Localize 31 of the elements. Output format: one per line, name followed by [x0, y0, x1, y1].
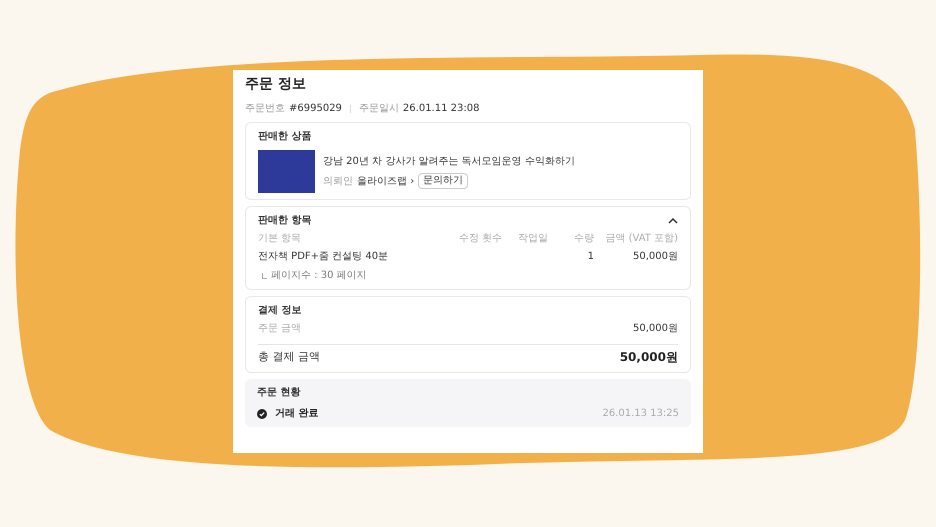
- buyer-label: 의뢰인: [323, 174, 353, 188]
- order-date: 26.01.11 23:08: [402, 102, 480, 116]
- total-label: 총 결제 금액: [258, 348, 320, 365]
- section-heading: 판매한 항목: [258, 214, 312, 228]
- item-name: 전자책 PDF+줌 컨설팅 40분: [258, 250, 390, 264]
- buyer-link[interactable]: 올라이즈랩 ›: [357, 174, 414, 188]
- column-header: 수량: [573, 232, 594, 246]
- collapse-chevron-icon[interactable]: [668, 218, 678, 224]
- order-date-label: 주문일시: [358, 102, 399, 116]
- contact-button[interactable]: 문의하기: [418, 173, 468, 189]
- order-number: #6995029: [289, 102, 342, 116]
- page-title: 주문 정보: [245, 75, 307, 94]
- status-time: 26.01.13 13:25: [602, 407, 679, 421]
- product-name: 강남 20년 차 강사가 알려주는 독서모임운영 수익화하기: [323, 155, 575, 169]
- section-heading: 주문 현황: [257, 386, 302, 400]
- column-header: 수정 횟수: [458, 232, 502, 246]
- item-quantity: 1: [588, 251, 594, 262]
- column-header: 금액 (VAT 포함): [604, 232, 678, 246]
- order-number-label: 주문번호: [245, 102, 285, 116]
- status-label: 거래 완료: [275, 407, 320, 421]
- section-heading: 결제 정보: [258, 304, 302, 318]
- sub-item-corner-icon: [262, 272, 267, 278]
- item-price: 50,000원: [633, 251, 678, 262]
- column-header: 작업일: [517, 232, 548, 246]
- order-amount: 50,000원: [633, 322, 678, 336]
- order-amount-label: 주문 금액: [258, 322, 302, 336]
- section-heading: 판매한 상품: [258, 130, 312, 144]
- item-option: 페이지수 : 30 페이지: [271, 268, 367, 283]
- product-thumbnail-placeholder: [258, 150, 315, 193]
- total-amount: 50,000원: [620, 349, 678, 366]
- column-header: 기본 항목: [258, 232, 302, 246]
